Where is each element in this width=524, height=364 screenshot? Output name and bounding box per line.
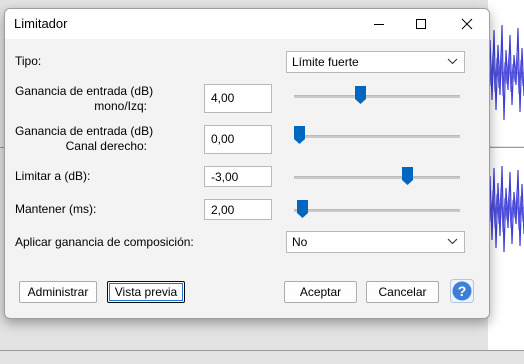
tipo-value: Límite fuerte (292, 55, 359, 69)
slider-track (294, 135, 460, 138)
slider-thumb[interactable] (355, 86, 367, 104)
hold-label: Mantener (ms): (15, 202, 97, 216)
tipo-select[interactable]: Límite fuerte (286, 51, 465, 73)
limit-slider[interactable] (294, 167, 460, 187)
gain-right-label-line2: Canal derecho: (65, 139, 147, 153)
limiter-dialog: Limitador Tipo: Límite fuerte Ganancia d… (4, 8, 490, 319)
hold-input[interactable]: 2,00 (204, 199, 272, 220)
maximize-button[interactable] (399, 9, 443, 39)
hold-slider[interactable] (294, 200, 460, 220)
waveform-track-1 (487, 0, 524, 146)
chevron-down-icon (447, 238, 458, 245)
limit-label: Limitar a (dB): (15, 169, 91, 183)
preview-button[interactable]: Vista previa (107, 281, 185, 303)
gain-right-input[interactable]: 0,00 (204, 125, 272, 154)
tipo-label: Tipo: (15, 54, 42, 68)
window-title: Limitador (14, 16, 68, 31)
slider-thumb[interactable] (401, 167, 413, 185)
gain-right-label-line1: Ganancia de entrada (dB) (15, 124, 154, 138)
manage-button[interactable]: Administrar (19, 281, 97, 303)
title-bar[interactable]: Limitador (5, 9, 489, 39)
slider-thumb[interactable] (293, 126, 305, 144)
slider-thumb[interactable] (297, 200, 309, 218)
svg-text:?: ? (458, 283, 467, 299)
chevron-down-icon (447, 58, 458, 65)
gain-left-input[interactable]: 4,00 (204, 84, 272, 113)
minimize-icon (374, 24, 384, 25)
maximize-icon (416, 19, 426, 29)
makeup-gain-label: Aplicar ganancia de composición: (15, 235, 194, 249)
slider-track (294, 176, 460, 179)
slider-track (294, 95, 460, 98)
gain-right-slider[interactable] (293, 126, 460, 146)
gain-left-label-line2: mono/Izq: (94, 99, 147, 113)
limit-input[interactable]: -3,00 (204, 166, 272, 187)
waveform-track-2 (487, 148, 524, 350)
track-divider-bottom (0, 350, 524, 351)
cancel-button[interactable]: Cancelar (366, 281, 439, 303)
gain-left-slider[interactable] (294, 86, 460, 106)
slider-track (294, 209, 460, 212)
accept-button[interactable]: Aceptar (284, 281, 357, 303)
gain-left-label-line1: Ganancia de entrada (dB) (15, 84, 154, 98)
minimize-button[interactable] (357, 9, 401, 39)
makeup-gain-value: No (292, 235, 308, 249)
close-button[interactable] (445, 9, 489, 39)
close-icon (461, 18, 473, 30)
makeup-gain-select[interactable]: No (286, 231, 465, 253)
help-icon: ? (450, 279, 474, 303)
help-button[interactable]: ? (450, 279, 474, 303)
